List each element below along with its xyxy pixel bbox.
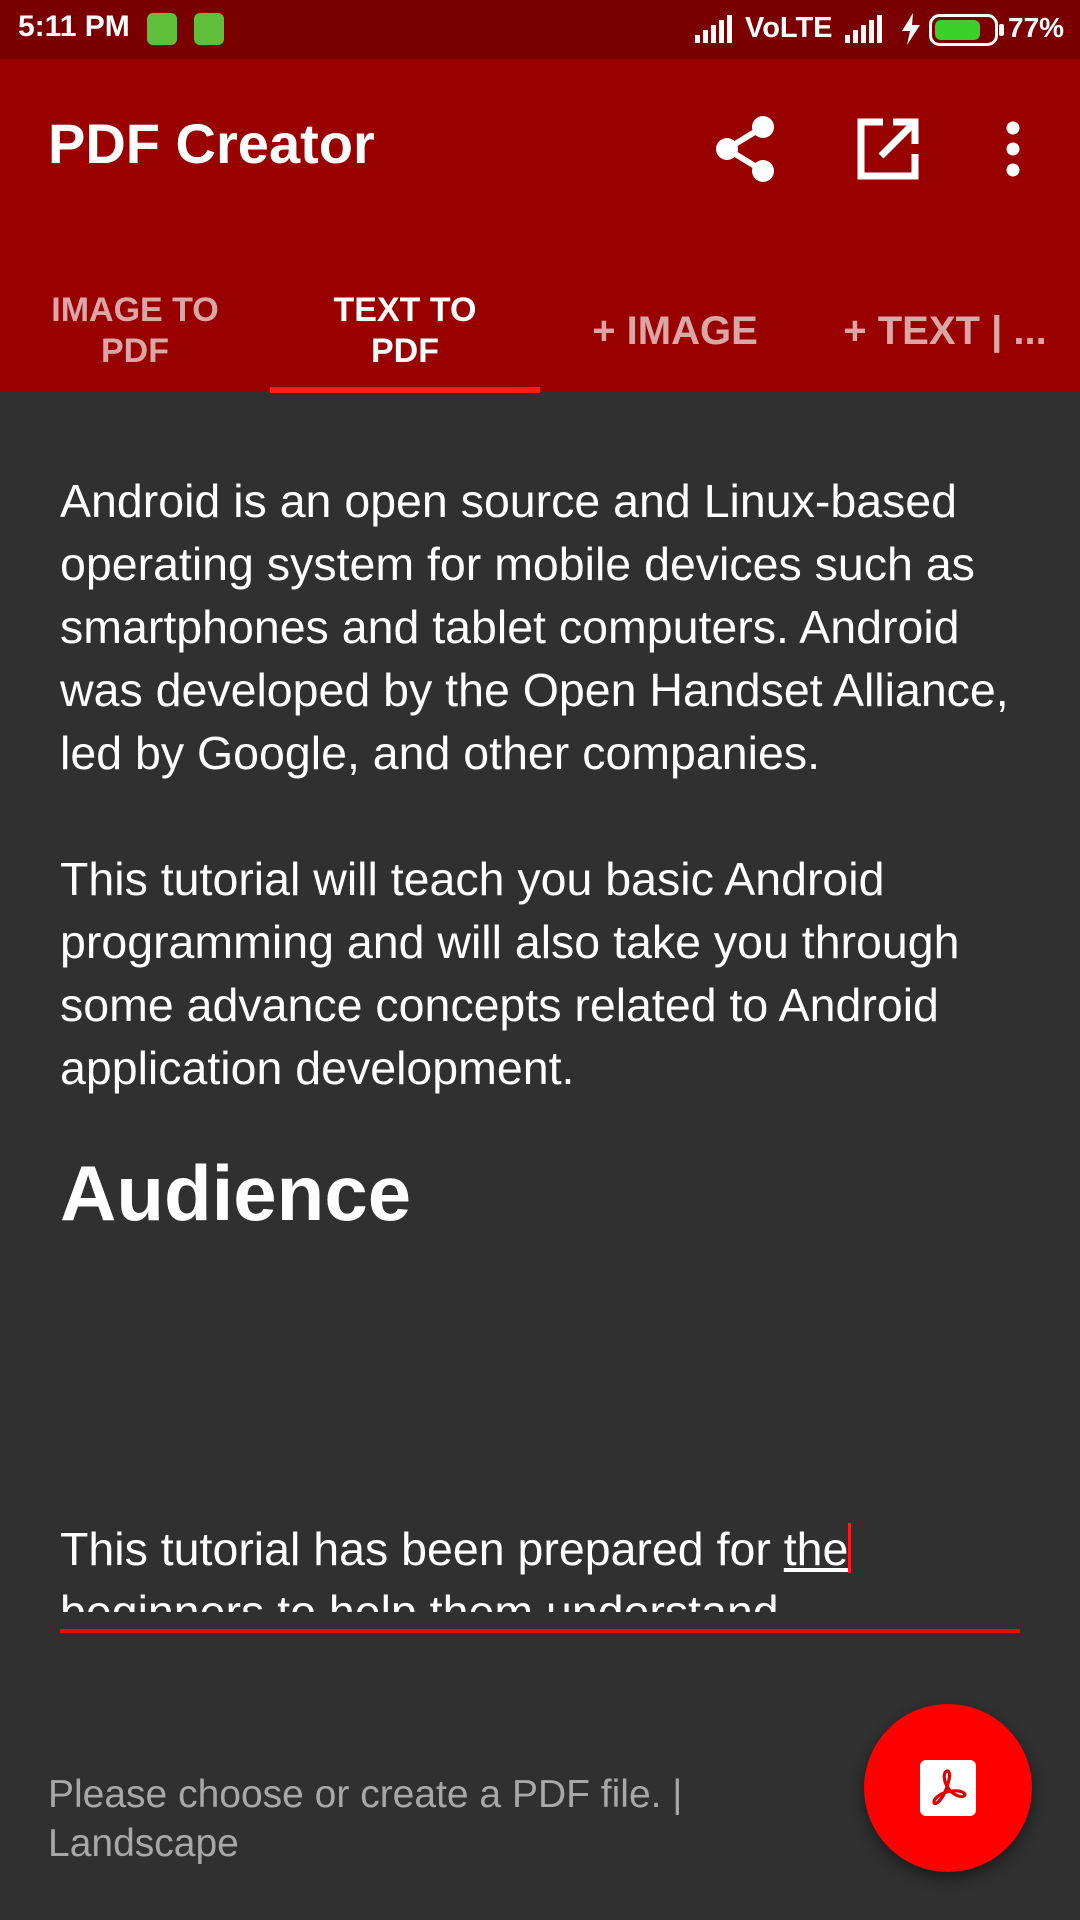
text-editor[interactable]: Android is an open source and Linux-base… — [60, 470, 1020, 1620]
more-options-button[interactable] — [963, 99, 1063, 199]
editor-focus-underline — [60, 1629, 1020, 1633]
editor-text: beginners to help them understand — [60, 1586, 779, 1612]
battery-icon — [929, 14, 1004, 46]
tab-add-text[interactable]: + TEXT | ... — [810, 270, 1080, 392]
editor-text: This tutorial has been prepared for — [60, 1523, 784, 1575]
tab-label: PDF — [370, 332, 439, 370]
android-notification-icon — [194, 13, 224, 45]
open-external-button[interactable] — [838, 99, 938, 199]
more-vert-icon — [1006, 121, 1020, 177]
tab-label: IMAGE TO — [51, 291, 219, 329]
selected-tab-indicator — [270, 387, 540, 393]
app-bar: PDF Creator IMAGE TO PDF TEXT TO PDF + I… — [0, 59, 1080, 393]
battery-saver-icon — [147, 13, 177, 45]
app-title: PDF Creator — [48, 112, 375, 175]
status-bar: 5:11 PM VoLTE 77% — [0, 0, 1080, 59]
tab-image-to-pdf[interactable]: IMAGE TO PDF — [0, 270, 270, 392]
pdf-icon — [920, 1760, 976, 1816]
editor-underlined-word: the — [783, 1523, 849, 1575]
signal-icon — [845, 15, 882, 43]
tab-text-to-pdf[interactable]: TEXT TO PDF — [270, 270, 540, 392]
tab-label: + IMAGE — [592, 308, 758, 353]
tab-add-image[interactable]: + IMAGE — [540, 270, 810, 392]
share-button[interactable] — [695, 99, 795, 199]
editor-paragraph: Android is an open source and Linux-base… — [60, 475, 1009, 779]
tab-label: + TEXT | ... — [843, 308, 1047, 353]
pdf-status-text: Please choose or create a PDF file. | La… — [48, 1773, 683, 1865]
editor-paragraph: This tutorial has been prepared for the … — [60, 1518, 1020, 1612]
network-label: VoLTE — [745, 12, 833, 44]
create-pdf-fab[interactable] — [864, 1704, 1032, 1872]
tab-label: TEXT TO — [333, 291, 477, 329]
charging-icon — [902, 13, 920, 45]
tab-bar: IMAGE TO PDF TEXT TO PDF + IMAGE + TEXT | … — [0, 270, 1080, 393]
tab-label: PDF — [101, 332, 169, 370]
signal-icon — [695, 15, 732, 43]
open-external-icon — [857, 118, 919, 180]
share-icon — [716, 116, 774, 182]
editor-paragraph: This tutorial will teach you basic Andro… — [60, 853, 960, 1094]
battery-percent: 77% — [1008, 12, 1065, 43]
editor-heading: Audience — [60, 1149, 412, 1237]
status-time: 5:11 PM — [18, 10, 130, 43]
text-cursor — [848, 1523, 852, 1573]
